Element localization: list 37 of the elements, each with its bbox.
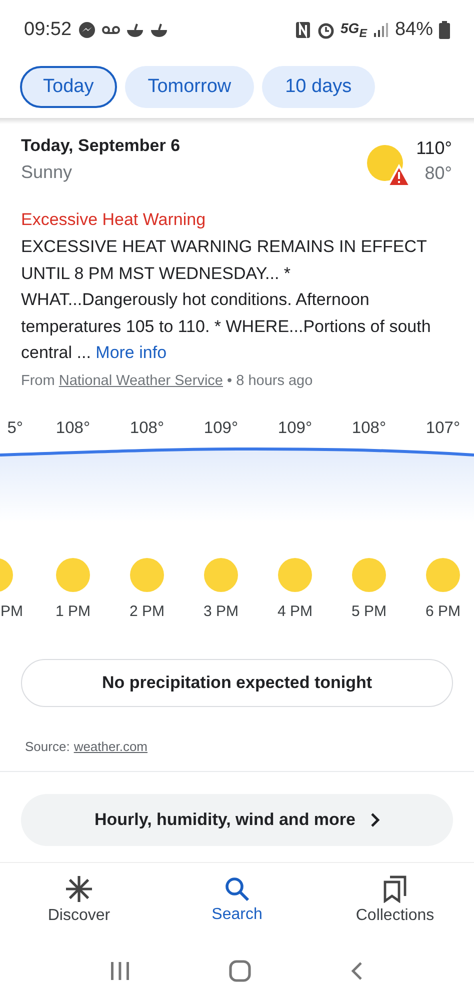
source-link[interactable]: weather.com [74, 738, 148, 754]
hour-temp: 5° [7, 418, 23, 438]
hour-temp: 109° [278, 418, 312, 438]
hour-temp: 108° [56, 418, 90, 438]
hour-label: 3 PM [203, 602, 238, 620]
hour-temp: 107° [426, 418, 460, 438]
day-title: Today, September 6 [21, 136, 182, 156]
hour-label: 2 PM [129, 602, 164, 620]
condition-label: Sunny [21, 162, 74, 183]
hour-label: 4 PM [277, 602, 312, 620]
more-info-link[interactable]: More info [96, 343, 167, 362]
hour-temp: 109° [204, 418, 238, 438]
battery-percent: 84% [394, 19, 433, 41]
network-label: 5G$_{E}$ [340, 20, 367, 40]
low-temp: 80° [424, 163, 452, 184]
precipitation-button[interactable]: No precipitation expected tonight [21, 658, 453, 706]
status-time: 09:52 [24, 19, 72, 41]
source-prefix: From [21, 372, 55, 388]
day-tab[interactable]: 10 days [262, 66, 375, 108]
hour-label: 5 PM [351, 602, 386, 620]
alert-age: • 8 hours ago [227, 372, 313, 388]
source-link[interactable]: National Weather Service [58, 372, 223, 388]
alert-title: Excessive Heat Warning [21, 210, 207, 230]
alert-text: EXCESSIVE HEAT WARNING REMAINS IN EFFECT UNTIL 8 PM MST WEDNESDAY... * WHAT...Dangerously hot conditions. Afternoon temperatures 105 to 110. * WHERE...Portions of south central ... More info [21, 236, 432, 364]
day-tab[interactable]: Today [20, 66, 117, 108]
source-label: Source: [25, 738, 70, 754]
nav-item[interactable]: Discover [0, 874, 158, 926]
hour-label: PM [0, 602, 23, 620]
hour-temp: 108° [130, 418, 164, 438]
more-details-button[interactable]: Hourly, humidity, wind and more [21, 794, 453, 846]
hour-temp: 108° [352, 418, 386, 438]
high-temp: 110° [416, 138, 452, 159]
day-tab[interactable]: Tomorrow [124, 66, 254, 108]
nav-item[interactable]: Collections [316, 874, 474, 926]
hour-label: 6 PM [425, 602, 460, 620]
nav-item[interactable]: Search [158, 875, 316, 925]
hour-label: 1 PM [55, 602, 90, 620]
